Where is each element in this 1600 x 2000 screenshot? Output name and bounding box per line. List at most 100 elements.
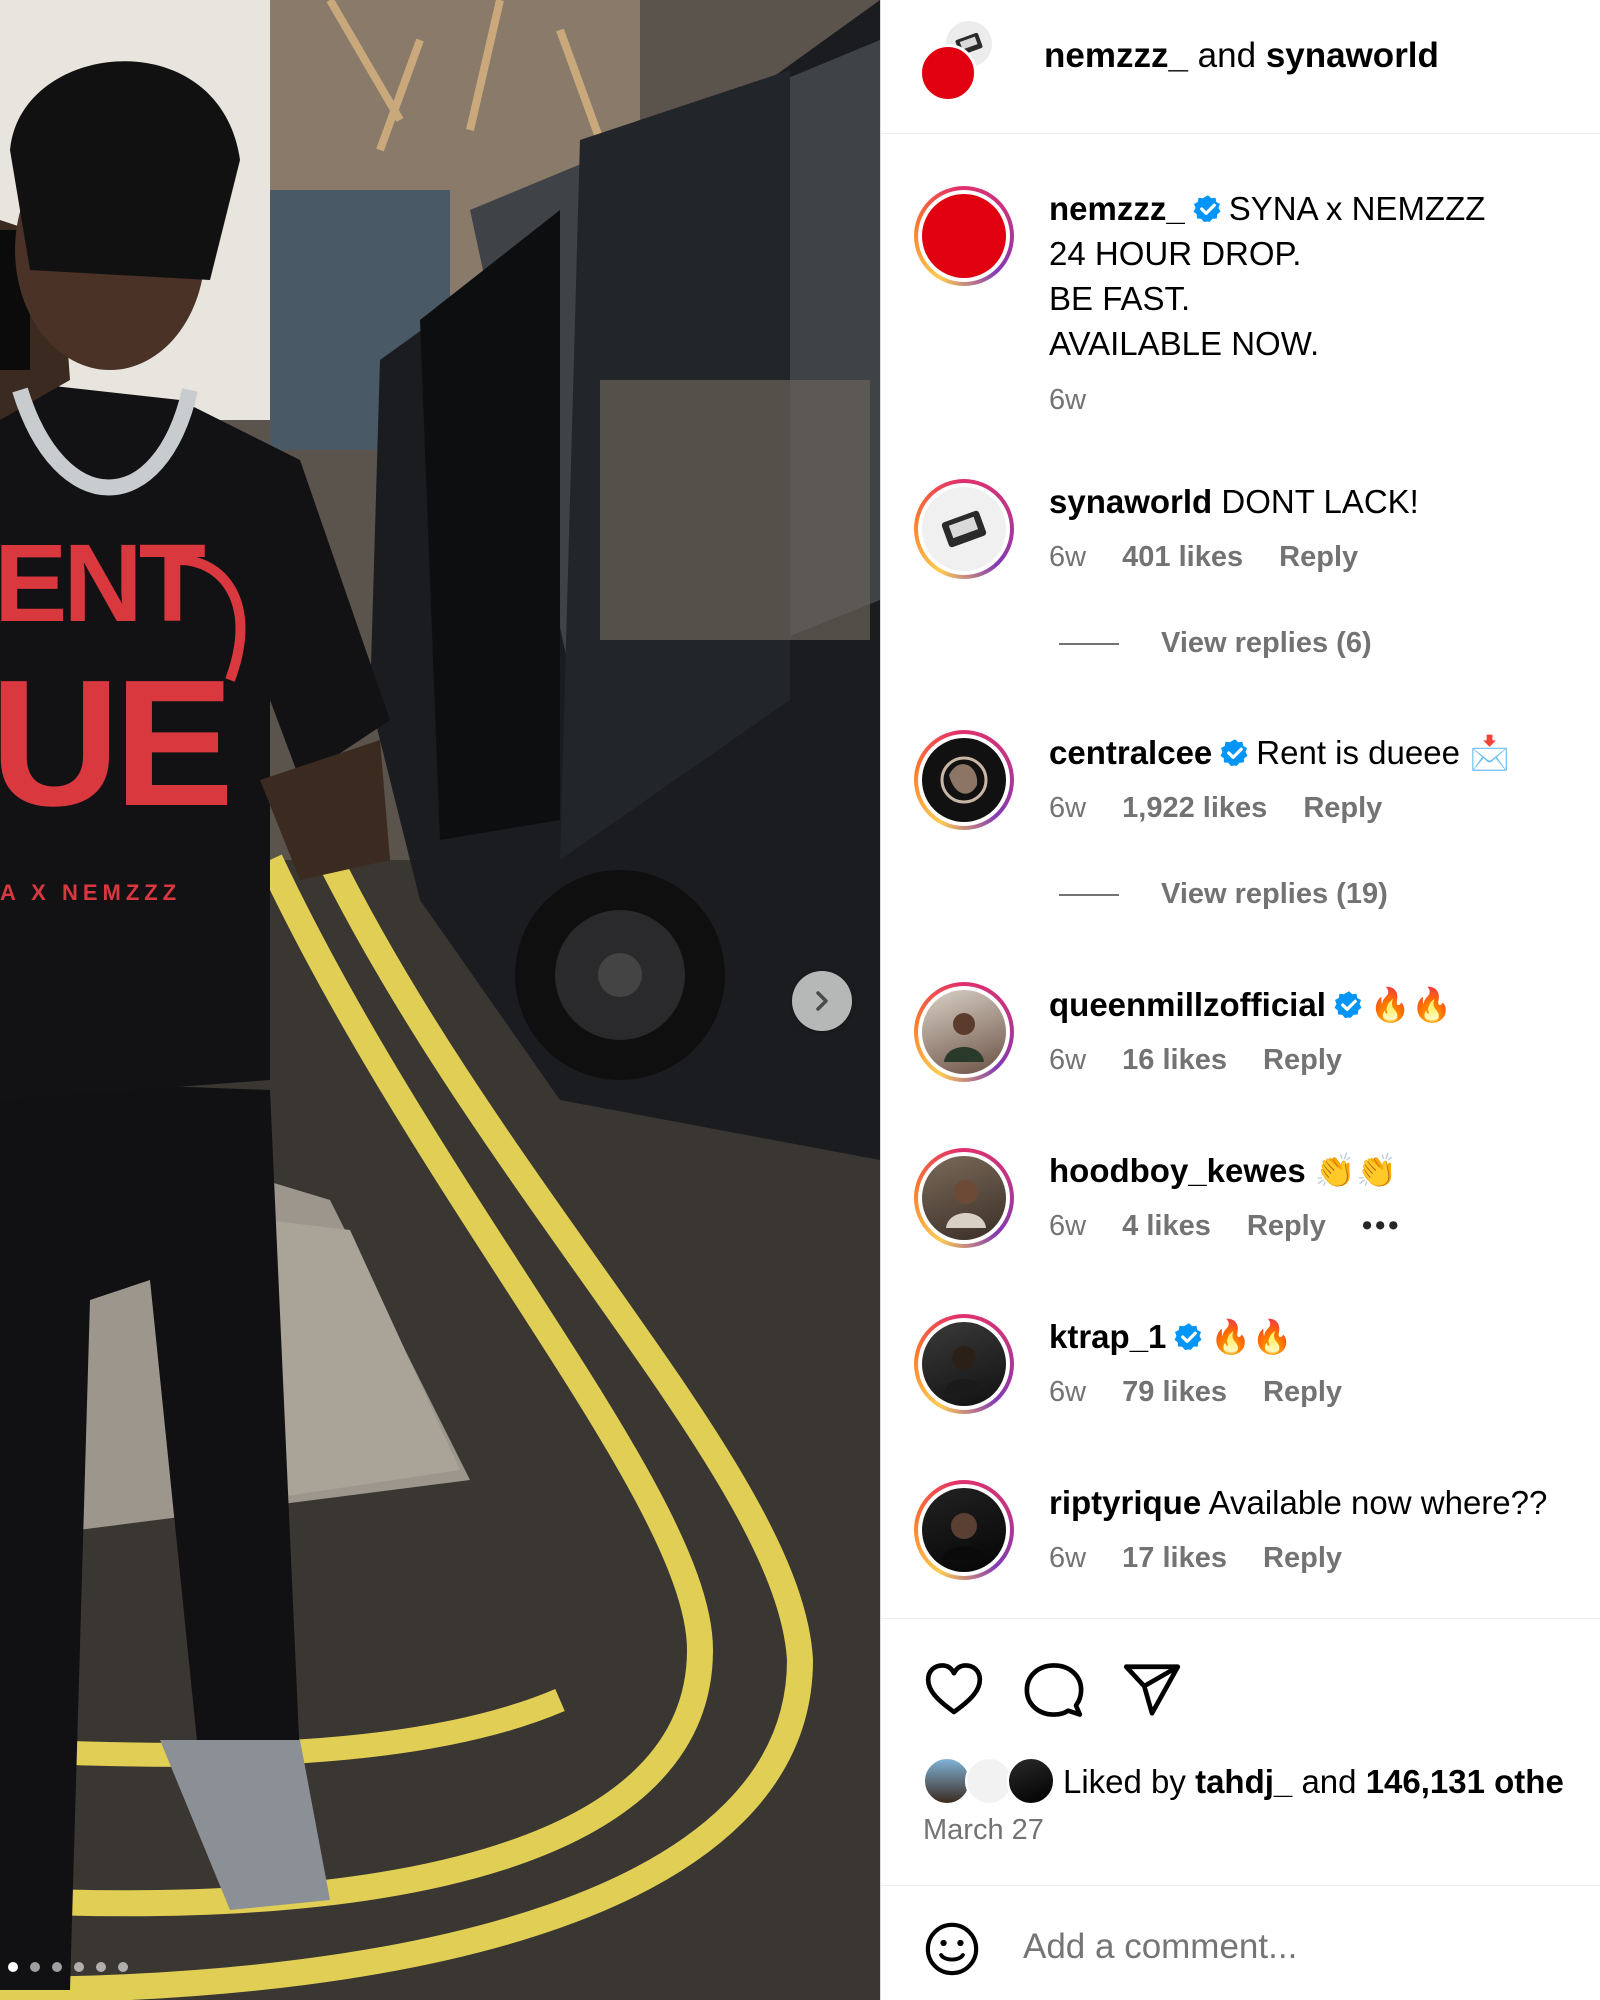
comment-meta: 6w 401 likes Reply	[1049, 541, 1386, 574]
verified-badge-icon	[1174, 1323, 1202, 1350]
comment-likes[interactable]: 401 likes	[1122, 541, 1243, 573]
carousel-dot[interactable]	[52, 1962, 62, 1972]
liker-avatar	[1007, 1757, 1055, 1805]
person-photo-icon	[946, 1180, 986, 1228]
comment-item: ktrap_1 🔥🔥 6w 79 likes Reply	[881, 1314, 1600, 1434]
comment-time: 6w	[1049, 1044, 1087, 1076]
comment-body: Available now where??	[1208, 1484, 1548, 1521]
emoji-icon[interactable]	[923, 1920, 981, 1978]
heart-icon[interactable]	[923, 1659, 985, 1721]
caption-line: AVAILABLE NOW.	[1049, 325, 1320, 362]
comment-likes[interactable]: 1,922 likes	[1122, 792, 1267, 824]
comment-time: 6w	[1049, 541, 1087, 573]
shirt-print-small: A X NEMZZZ	[0, 880, 182, 905]
comment-text: ktrap_1 🔥🔥	[1049, 1314, 1293, 1359]
comment-text: queenmillzofficial 🔥🔥	[1049, 982, 1452, 1027]
liker-username[interactable]: tahdj_	[1195, 1763, 1292, 1801]
collab-avatars[interactable]	[919, 18, 999, 102]
add-comment-bar	[881, 1885, 1600, 2000]
post-photo[interactable]: ENT UE A X NEMZZZ	[0, 0, 880, 2000]
caption-line: 24 HOUR DROP.	[1049, 235, 1302, 272]
view-replies-label: View replies (19)	[1161, 878, 1388, 910]
reply-button[interactable]: Reply	[1247, 1210, 1326, 1242]
caption-username[interactable]: nemzzz_	[1049, 190, 1185, 227]
comment-likes[interactable]: 4 likes	[1122, 1210, 1211, 1242]
liker-avatar	[965, 1757, 1013, 1805]
comment-item: centralcee Rent is dueee 📩 6w 1,922 likes…	[881, 730, 1600, 930]
caption-line: BE FAST.	[1049, 280, 1191, 317]
reply-button[interactable]: Reply	[1263, 1376, 1342, 1408]
reply-button[interactable]: Reply	[1263, 1044, 1342, 1076]
view-replies-button[interactable]: View replies (6)	[1059, 627, 1372, 660]
comment-avatar[interactable]	[914, 479, 1014, 579]
view-replies-label: View replies (6)	[1161, 627, 1372, 659]
comment-item: queenmillzofficial 🔥🔥 6w 16 likes Reply	[881, 982, 1600, 1102]
reply-button[interactable]: Reply	[1303, 792, 1382, 824]
comment-icon[interactable]	[1023, 1659, 1085, 1721]
caption-time: 6w	[1049, 384, 1087, 416]
next-slide-button[interactable]	[792, 971, 852, 1031]
comment-username[interactable]: centralcee	[1049, 734, 1212, 771]
likes-prefix: Liked by	[1063, 1763, 1186, 1800]
share-icon[interactable]	[1121, 1659, 1183, 1721]
post-side-panel: nemzzz_ and synaworld nemzzz_ SYNA x NEMZ…	[880, 0, 1600, 2000]
comment-more-options-button[interactable]: •••	[1362, 1210, 1401, 1242]
likes-joiner: and	[1301, 1763, 1357, 1800]
comment-username[interactable]: ktrap_1	[1049, 1318, 1166, 1355]
comment-avatar[interactable]	[914, 1314, 1014, 1414]
comment-likes[interactable]: 16 likes	[1122, 1044, 1227, 1076]
likes-summary[interactable]: Liked by tahdj_ and 146,131 othe	[923, 1757, 1564, 1807]
caption: nemzzz_ SYNA x NEMZZZ 24 HOUR DROP. BE FA…	[881, 186, 1600, 436]
comment-avatar[interactable]	[914, 730, 1014, 830]
likes-count[interactable]: 146,131 othe	[1366, 1763, 1564, 1801]
comment-text: synaworld DONT LACK!	[1049, 479, 1419, 524]
verified-badge-icon	[1220, 739, 1248, 766]
comment-avatar[interactable]	[914, 982, 1014, 1082]
shirt-print-line-1: ENT	[0, 522, 206, 645]
comment-meta: 6w 4 likes Reply •••	[1049, 1210, 1429, 1243]
carousel-dot[interactable]	[30, 1962, 40, 1972]
verified-badge-icon	[1193, 195, 1221, 222]
device-icon	[941, 510, 987, 548]
comment-username[interactable]: riptyrique	[1049, 1484, 1201, 1521]
post-date[interactable]: March 27	[923, 1814, 1044, 1847]
caption-line: SYNA x NEMZZZ	[1228, 190, 1486, 227]
reply-button[interactable]: Reply	[1279, 541, 1358, 573]
comment-username[interactable]: synaworld	[1049, 483, 1212, 520]
comment-text: centralcee Rent is dueee 📩	[1049, 730, 1510, 775]
comment-time: 6w	[1049, 792, 1087, 824]
carousel-dot[interactable]	[118, 1962, 128, 1972]
reply-button[interactable]: Reply	[1263, 1542, 1342, 1574]
comment-time: 6w	[1049, 1376, 1087, 1408]
nemzzz-avatar	[919, 44, 977, 102]
caption-avatar[interactable]	[914, 186, 1014, 286]
carousel-dot[interactable]	[96, 1962, 106, 1972]
liker-avatars	[923, 1757, 1057, 1807]
post-header-title: nemzzz_ and synaworld	[1044, 36, 1439, 76]
comment-item: synaworld DONT LACK! 6w 401 likes Reply …	[881, 479, 1600, 679]
header-collaborator-link[interactable]: synaworld	[1266, 36, 1439, 75]
comment-input[interactable]	[1021, 1926, 1565, 1968]
comment-text: hoodboy_kewes 👏👏	[1049, 1148, 1397, 1193]
post-actions: Liked by tahdj_ and 146,131 othe March 2…	[881, 1618, 1600, 1899]
comment-body: DONT LACK!	[1221, 483, 1419, 520]
carousel-dot[interactable]	[74, 1962, 84, 1972]
comment-likes[interactable]: 79 likes	[1122, 1376, 1227, 1408]
photo-scene	[0, 0, 880, 2000]
comment-avatar[interactable]	[914, 1148, 1014, 1248]
comment-item: riptyrique Available now where?? 6w 17 l…	[881, 1480, 1600, 1600]
comment-meta: 6w 79 likes Reply	[1049, 1376, 1370, 1409]
caption-text: nemzzz_ SYNA x NEMZZZ	[1049, 186, 1485, 231]
person-photo-icon	[944, 1013, 984, 1062]
view-replies-button[interactable]: View replies (19)	[1059, 878, 1388, 911]
comment-avatar[interactable]	[914, 1480, 1014, 1580]
comment-likes[interactable]: 17 likes	[1122, 1542, 1227, 1574]
comment-body: 🔥🔥	[1210, 1318, 1293, 1355]
comment-username[interactable]: hoodboy_kewes	[1049, 1152, 1306, 1189]
comment-username[interactable]: queenmillzofficial	[1049, 986, 1326, 1023]
liker-avatar	[923, 1757, 971, 1805]
comment-body: Rent is dueee 📩	[1256, 734, 1511, 771]
header-joiner: and	[1197, 36, 1257, 75]
carousel-dot[interactable]	[8, 1962, 18, 1972]
header-owner-link[interactable]: nemzzz_	[1044, 36, 1188, 75]
